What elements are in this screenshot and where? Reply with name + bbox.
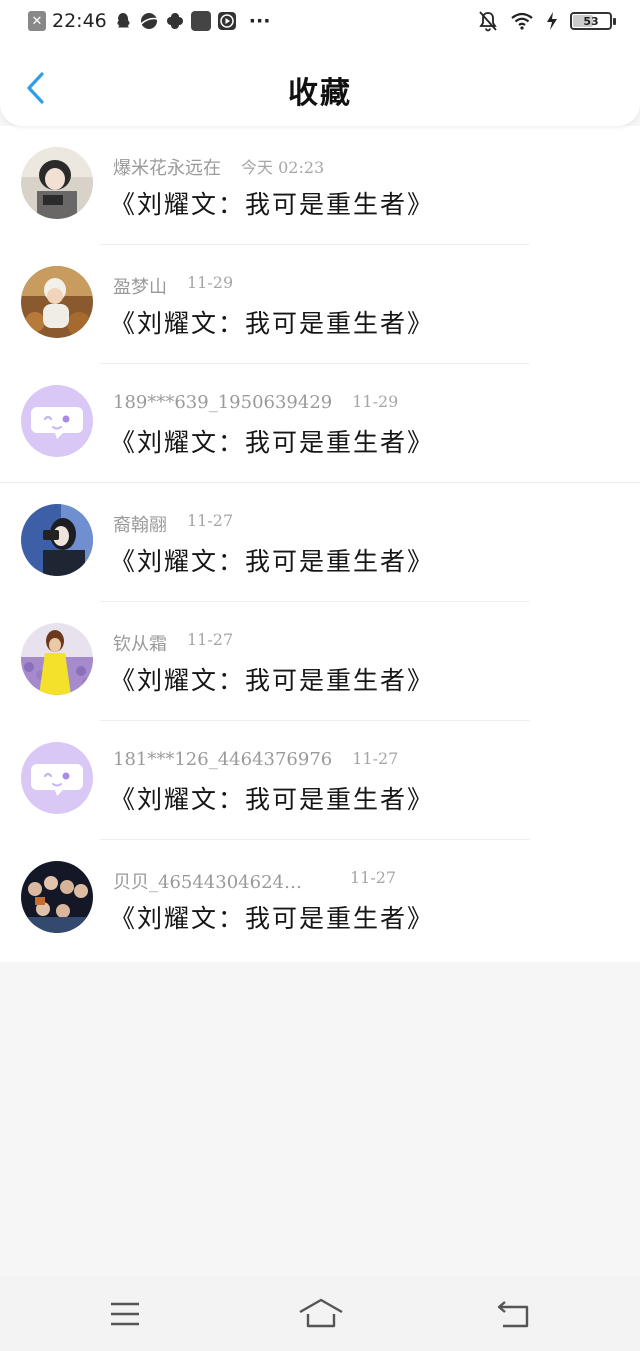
chat-bubble-icon [21, 742, 93, 814]
user-name: 爆米花永远在 [113, 158, 221, 179]
back-nav-button[interactable] [495, 1296, 535, 1332]
list-item[interactable]: 盈梦山 11-29 《刘耀文：我可是重生者》 [0, 245, 640, 364]
mute-bell-icon [479, 11, 497, 32]
book-title: 《刘耀文：我可是重生者》 [110, 428, 435, 457]
pinwheel-icon [166, 13, 183, 29]
qq-icon [117, 13, 130, 28]
avatar[interactable] [21, 385, 93, 457]
home-icon [299, 1298, 343, 1328]
more-indicator: ··· [248, 10, 271, 32]
timestamp: 11-27 [187, 511, 234, 530]
list-item[interactable]: 181***126_4464376976 11-27 《刘耀文：我可是重生者》 [0, 721, 640, 840]
status-bar: ✕ 22:46 ··· 53 [0, 0, 640, 42]
planet-icon [140, 13, 157, 29]
header: 收藏 [0, 42, 640, 126]
page-title: 收藏 [288, 76, 352, 111]
timestamp: 11-27 [187, 630, 234, 649]
list-item[interactable]: 裔翰翮 11-27 《刘耀文：我可是重生者》 [0, 483, 640, 602]
avatar[interactable] [21, 504, 93, 576]
user-name: 盈梦山 [113, 277, 167, 298]
system-navigation-bar [0, 1276, 640, 1351]
play-icon [217, 12, 236, 30]
user-name: 裔翰翮 [113, 515, 167, 536]
timestamp: 11-27 [352, 749, 399, 768]
menu-button[interactable] [105, 1296, 145, 1332]
avatar[interactable] [21, 623, 93, 695]
chat-bubble-icon [21, 385, 93, 457]
avatar[interactable] [21, 742, 93, 814]
user-name: 贝贝_46544304624… [113, 872, 302, 893]
user-name: 189***639_1950639429 [113, 392, 333, 413]
list-item[interactable]: 贝贝_46544304624… 11-27 《刘耀文：我可是重生者》 [0, 840, 640, 959]
timestamp: 11-27 [349, 868, 397, 887]
battery-indicator: 53 [570, 12, 616, 30]
charging-icon [547, 12, 557, 30]
book-title: 《刘耀文：我可是重生者》 [110, 309, 435, 338]
status-time: 22:46 [52, 10, 107, 32]
user-name: 钦从霜 [113, 634, 167, 655]
avatar[interactable] [21, 147, 93, 219]
back-arrow-icon [497, 1301, 529, 1328]
list-item[interactable]: 钦从霜 11-27 《刘耀文：我可是重生者》 [0, 602, 640, 721]
close-notification-icon: ✕ [28, 11, 46, 31]
home-button[interactable] [298, 1296, 344, 1332]
user-name: 181***126_4464376976 [113, 749, 333, 770]
avatar[interactable] [21, 861, 93, 933]
favorites-list: 爆米花永远在 今天 02:23 《刘耀文：我可是重生者》 盈梦山 11-29 《… [0, 126, 640, 962]
book-title: 《刘耀文：我可是重生者》 [110, 785, 435, 814]
avatar[interactable] [21, 266, 93, 338]
wifi-icon [511, 12, 533, 30]
list-item[interactable]: 爆米花永远在 今天 02:23 《刘耀文：我可是重生者》 [0, 126, 640, 245]
book-title: 《刘耀文：我可是重生者》 [110, 666, 435, 695]
battery-level: 53 [583, 14, 599, 28]
list-item[interactable]: 189***639_1950639429 11-29 《刘耀文：我可是重生者》 [0, 364, 640, 483]
book-title: 《刘耀文：我可是重生者》 [110, 904, 435, 933]
timestamp: 11-29 [352, 392, 399, 411]
timestamp: 11-29 [187, 273, 234, 292]
timestamp: 今天 02:23 [241, 158, 325, 177]
book-title: 《刘耀文：我可是重生者》 [110, 190, 435, 219]
menu-icon [111, 1302, 139, 1326]
app-square-icon [190, 11, 211, 31]
book-title: 《刘耀文：我可是重生者》 [110, 547, 435, 576]
